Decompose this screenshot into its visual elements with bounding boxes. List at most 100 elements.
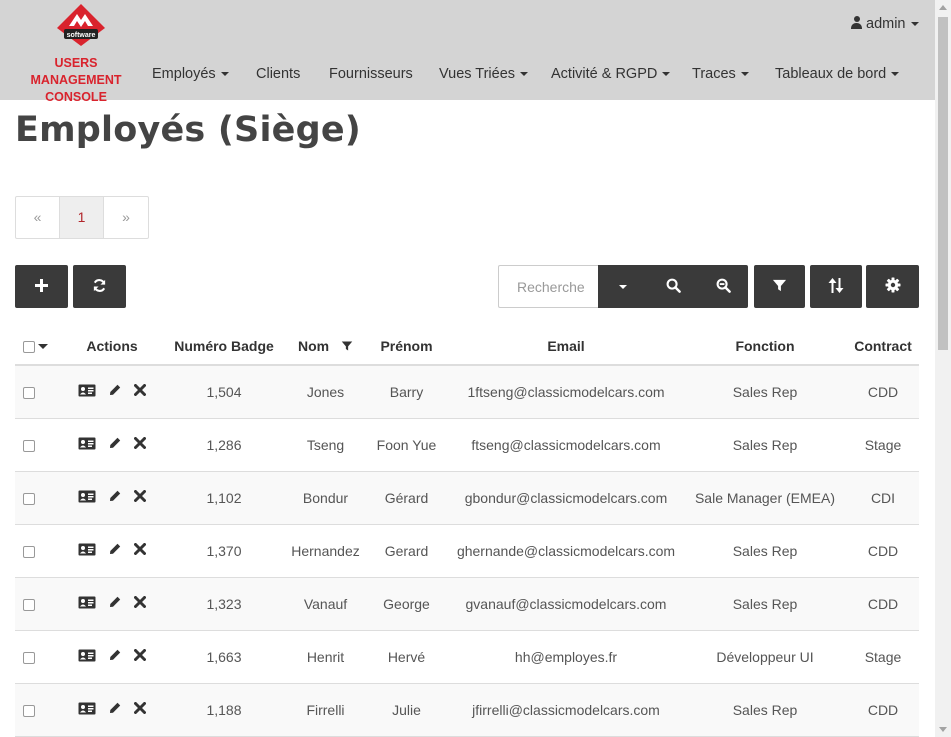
refresh-button[interactable] <box>73 265 126 308</box>
search-options-dropdown[interactable] <box>598 265 648 308</box>
delete-x-icon[interactable] <box>134 596 146 608</box>
pencil-icon[interactable] <box>109 437 121 449</box>
nav-item-fournisseurs[interactable]: Fournisseurs <box>329 66 413 82</box>
pencil-icon[interactable] <box>109 384 121 396</box>
row-prenom: George <box>364 577 449 631</box>
table-row[interactable]: 1,504 Jones Barry 1ftseng@classicmodelca… <box>15 365 919 419</box>
row-contract: CDD <box>847 524 919 578</box>
id-card-icon[interactable] <box>78 490 96 503</box>
nav-item-activite-rgpd[interactable]: Activité & RGPD <box>551 66 671 82</box>
col-header-email[interactable]: Email <box>449 327 683 366</box>
brand-line-2: CONSOLE <box>45 90 107 104</box>
caret-down-icon <box>662 72 671 77</box>
search-button[interactable] <box>648 265 698 308</box>
col-header-fonction[interactable]: Fonction <box>683 327 847 366</box>
table-row[interactable]: 1,286 Tseng Foon Yue ftseng@classicmodel… <box>15 418 919 472</box>
row-contract: CDD <box>847 683 919 737</box>
table-row[interactable]: 1,663 Henrit Hervé hh@employes.fr Dévelo… <box>15 630 919 684</box>
row-badge: 1,370 <box>161 524 287 578</box>
row-email: hh@employes.fr <box>449 630 683 684</box>
delete-x-icon[interactable] <box>134 543 146 555</box>
row-actions <box>63 524 161 578</box>
pencil-icon[interactable] <box>109 543 121 555</box>
table-row[interactable]: 1,188 Firrelli Julie jfirrelli@classicmo… <box>15 683 919 737</box>
row-badge: 1,102 <box>161 471 287 525</box>
row-fonction: Sales Rep <box>683 365 847 419</box>
table-row[interactable]: 1,370 Hernandez Gerard ghernande@classic… <box>15 524 919 578</box>
row-fonction: Développeur UI <box>683 630 847 684</box>
row-nom: Vanauf <box>287 577 364 631</box>
delete-x-icon[interactable] <box>134 437 146 449</box>
row-checkbox[interactable] <box>23 387 35 400</box>
col-header-prenom[interactable]: Prénom <box>364 327 449 366</box>
search-button-group <box>598 265 748 308</box>
page-title: Employés (Siège) <box>15 110 361 150</box>
table-row[interactable]: 1,102 Bondur Gérard gbondur@classicmodel… <box>15 471 919 525</box>
col-header-nom[interactable]: Nom <box>287 327 364 366</box>
row-prenom: Julie <box>364 683 449 737</box>
caret-down-icon <box>220 72 229 77</box>
brand[interactable]: software USERS MANAGEMENT CONSOLE <box>8 0 144 104</box>
row-checkbox[interactable] <box>23 598 35 611</box>
id-card-icon[interactable] <box>78 702 96 715</box>
id-card-icon[interactable] <box>78 649 96 662</box>
row-contract: CDD <box>847 365 919 419</box>
filter-button[interactable] <box>754 265 805 308</box>
pagination-page-1[interactable]: 1 <box>60 197 104 238</box>
search-icon <box>666 278 681 293</box>
row-nom: Henrit <box>287 630 364 684</box>
delete-x-icon[interactable] <box>134 649 146 661</box>
delete-x-icon[interactable] <box>134 384 146 397</box>
select-all-checkbox[interactable] <box>23 340 35 353</box>
nav-item-clients[interactable]: Clients <box>256 66 300 82</box>
pencil-icon[interactable] <box>109 490 121 502</box>
col-header-nom-label: Nom <box>297 337 330 354</box>
delete-x-icon[interactable] <box>134 702 146 714</box>
clear-search-button[interactable] <box>698 265 748 308</box>
row-select-cell <box>15 365 63 419</box>
add-button[interactable] <box>15 265 68 308</box>
row-badge: 1,286 <box>161 418 287 472</box>
row-checkbox[interactable] <box>23 704 35 717</box>
id-card-icon[interactable] <box>78 596 96 609</box>
software-logo: software <box>57 4 105 46</box>
col-header-contract[interactable]: Contract <box>847 327 919 366</box>
zoom-out-icon <box>716 278 731 293</box>
pencil-icon[interactable] <box>109 596 121 608</box>
row-checkbox[interactable] <box>23 492 35 505</box>
select-options-caret-icon[interactable] <box>38 344 48 350</box>
id-card-icon[interactable] <box>78 384 96 397</box>
sort-button[interactable] <box>810 265 862 308</box>
nav-item-vues-triees[interactable]: Vues Triées <box>439 66 529 82</box>
settings-button[interactable] <box>866 265 919 308</box>
caret-down-icon <box>740 72 749 77</box>
scroll-up-icon[interactable] <box>939 5 947 10</box>
brand-title: USERS MANAGEMENT CONSOLE <box>8 55 144 106</box>
table-row[interactable]: 1,323 Vanauf George gvanauf@classicmodel… <box>15 577 919 631</box>
pencil-icon[interactable] <box>109 649 121 661</box>
pagination-next[interactable]: » <box>104 197 148 238</box>
id-card-icon[interactable] <box>78 543 96 556</box>
delete-x-icon[interactable] <box>134 490 146 502</box>
scroll-down-icon[interactable] <box>939 727 947 732</box>
scroll-thumb[interactable] <box>938 17 948 350</box>
nav-item-traces[interactable]: Traces <box>692 66 749 82</box>
vertical-scrollbar[interactable] <box>935 0 951 737</box>
pagination-prev[interactable]: « <box>16 197 60 238</box>
row-checkbox[interactable] <box>23 545 35 558</box>
row-select-cell <box>15 471 63 525</box>
pencil-icon[interactable] <box>109 702 121 714</box>
nav-item-employes[interactable]: Employés <box>152 66 229 82</box>
caret-down-icon <box>619 285 627 290</box>
search-input[interactable] <box>498 265 599 308</box>
nav-item-tableaux-de-bord[interactable]: Tableaux de bord <box>775 66 900 82</box>
row-contract: CDI <box>847 471 919 525</box>
row-actions <box>63 471 161 525</box>
id-card-icon[interactable] <box>78 437 96 450</box>
user-menu[interactable]: admin <box>851 16 919 32</box>
row-contract: CDD <box>847 577 919 631</box>
row-checkbox[interactable] <box>23 439 35 452</box>
user-name: admin <box>866 16 906 32</box>
row-checkbox[interactable] <box>23 651 35 664</box>
col-header-badge[interactable]: Numéro Badge <box>161 327 287 366</box>
